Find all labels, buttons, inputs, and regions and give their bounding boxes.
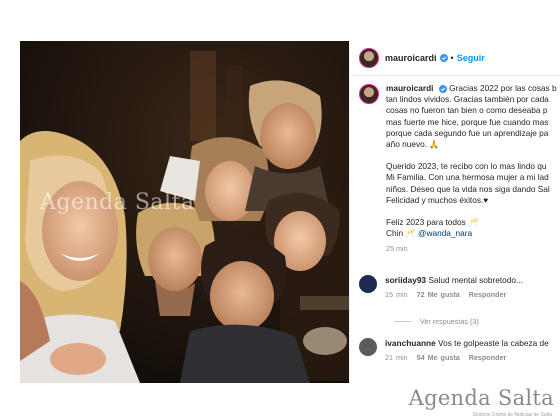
comment-time: 21 min (385, 353, 408, 362)
mention-link[interactable]: @wanda_nara (418, 228, 472, 238)
logo-text: Agenda Salta (408, 386, 554, 410)
caption-line: Feliz 2023 para todos (386, 217, 466, 228)
caption-text: mauroicardi Gracias 2022 por las cosas b… (386, 83, 557, 255)
comment-item: ivanchuanne Vos te golpeaste la cabeza d… (359, 338, 560, 362)
caption-line: mas fuerte me hice, porque fue cuando ma… (386, 116, 549, 127)
comment-body: Salud mental sobretodo... (428, 275, 523, 285)
comment-username[interactable]: soriiday93 (385, 275, 426, 285)
caption-line: Chin (386, 228, 404, 239)
toast-emoji-icon: 🥂 (468, 217, 479, 228)
post-photo[interactable] (20, 41, 349, 383)
comment-time: 15 min (385, 290, 408, 299)
verified-badge-icon (439, 54, 448, 62)
replies-divider (394, 321, 412, 322)
comments-panel: mauroicardi • Seguir mauroicardi Gracias… (349, 41, 560, 383)
comment-text: soriiday93 Salud mental sobretodo... (385, 275, 523, 285)
post-header: mauroicardi • Seguir (350, 41, 560, 76)
comment-meta: 15 min 72 Me gusta Responder (385, 290, 523, 299)
verified-badge-icon (438, 84, 447, 93)
reply-button[interactable]: Responder (469, 290, 507, 299)
post-caption: mauroicardi Gracias 2022 por las cosas b… (359, 83, 560, 255)
caption-line: Mi Familia. Con una hermosa mujer a mi l… (386, 172, 549, 183)
comment-body: Vos te golpeaste la cabeza de (438, 338, 549, 348)
view-replies-link[interactable]: Ver respuestas (3) (394, 317, 479, 326)
caption-line: Gracias 2022 por las cosas b (449, 83, 557, 93)
pray-emoji-icon: 🙏 (429, 140, 440, 150)
toast-emoji-icon: 🥂 (405, 228, 416, 239)
caption-line: Felicidad y muchos éxitos.♥ (386, 194, 489, 205)
caption-time: 25 min (386, 244, 408, 254)
comment-likes[interactable]: 54 Me gusta (417, 353, 460, 362)
header-username[interactable]: mauroicardi (385, 53, 437, 63)
caption-avatar[interactable] (359, 84, 379, 104)
agenda-salta-logo: Agenda Salta Síntesis Online de Noticias… (404, 386, 554, 418)
header-separator: • (450, 53, 454, 63)
logo-subtitle: Síntesis Online de Noticias de Salta (472, 412, 553, 418)
comment-meta: 21 min 54 Me gusta Responder (385, 353, 549, 362)
caption-line: Querido 2023, te recibo con lo mas lindo… (386, 161, 547, 172)
comment-likes[interactable]: 72 Me gusta (417, 290, 460, 299)
comment-item: soriiday93 Salud mental sobretodo... 15 … (359, 275, 560, 299)
caption-line: cosas no fueron tan bien o como deseaba … (386, 105, 548, 116)
caption-line: año nuevo. (386, 139, 428, 150)
follow-button[interactable]: Seguir (457, 53, 485, 63)
caption-line: porque cada segundo fue un aprendizaje p… (386, 127, 549, 138)
caption-line: niños. Deseo que la vida nos siga dando … (386, 183, 550, 194)
family-selfie-image (20, 41, 349, 383)
comment-avatar[interactable] (359, 338, 377, 356)
comment-avatar[interactable] (359, 275, 377, 293)
reply-button[interactable]: Responder (469, 353, 507, 362)
header-avatar[interactable] (359, 48, 379, 68)
comment-text: ivanchuanne Vos te golpeaste la cabeza d… (385, 338, 549, 348)
caption-line: tan lindos vividos. Gracias también por … (386, 94, 549, 105)
view-replies-label: Ver respuestas (3) (420, 317, 479, 326)
caption-username[interactable]: mauroicardi (386, 83, 434, 93)
comment-username[interactable]: ivanchuanne (385, 338, 436, 348)
